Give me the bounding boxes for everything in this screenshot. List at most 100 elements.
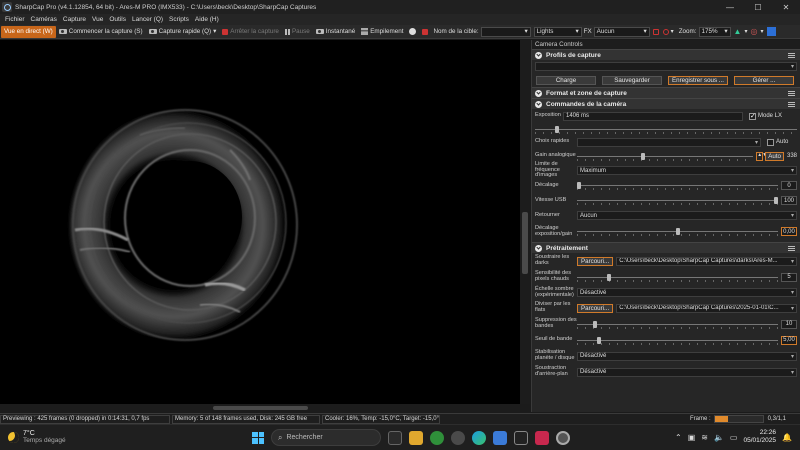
zoom-dropdown[interactable]: 175% ▾: [698, 26, 731, 37]
minimize-button[interactable]: —: [716, 0, 744, 14]
gain-auto-button[interactable]: Auto: [765, 151, 784, 161]
store-icon[interactable]: [493, 430, 507, 445]
darks-browse-button[interactable]: Parcouri...: [577, 256, 614, 266]
section-menu-icon[interactable]: [788, 91, 795, 96]
viewport-horizontal-scrollbar[interactable]: [0, 404, 520, 412]
mode-lx-checkbox[interactable]: [749, 112, 756, 120]
slider-knob[interactable]: [597, 336, 601, 344]
usb-speed-value-input[interactable]: 100: [781, 196, 797, 205]
framerate-dropdown[interactable]: Maximum: [577, 166, 797, 175]
maximize-button[interactable]: ☐: [744, 0, 772, 14]
record-circle-icon[interactable]: [409, 28, 417, 35]
wifi-icon[interactable]: ≋: [701, 433, 708, 442]
battery-icon[interactable]: ▭: [730, 433, 738, 442]
gain-slider[interactable]: [577, 152, 754, 161]
snapshot-button[interactable]: Instantané: [313, 26, 358, 38]
load-profile-button[interactable]: Charge: [536, 75, 596, 85]
menu-launch[interactable]: Lancer (Q): [129, 16, 166, 23]
app-icon-green[interactable]: [430, 430, 444, 445]
reticle-icon[interactable]: [662, 28, 669, 35]
slider-knob[interactable]: [593, 320, 597, 328]
slider-knob[interactable]: [774, 197, 778, 204]
pin-icon[interactable]: [767, 27, 777, 36]
menu-tools[interactable]: Outils: [106, 16, 129, 23]
chevron-down-icon[interactable]: ▾: [744, 28, 747, 35]
menu-help[interactable]: Aide (H): [192, 16, 222, 23]
menu-scripts[interactable]: Scripts: [166, 16, 192, 23]
section-header-camera-controls[interactable]: Commandes de la caméra: [532, 98, 800, 109]
menu-file[interactable]: Fichier: [2, 16, 28, 23]
live-image-viewport[interactable]: [0, 40, 520, 404]
slider-knob[interactable]: [641, 152, 645, 160]
histogram-icon[interactable]: ▲: [734, 27, 742, 36]
app-icon-dark[interactable]: [514, 430, 528, 445]
taskbar-clock[interactable]: 22:26 05/01/2025: [743, 429, 776, 445]
background-subtraction-dropdown[interactable]: Désactivé: [577, 367, 797, 377]
weather-widget[interactable]: 7°C Temps dégagé: [8, 430, 66, 444]
usb-speed-slider[interactable]: [577, 196, 778, 205]
flats-path-dropdown[interactable]: C:\Users\beck\Desktop\SharpCap Captures\…: [616, 303, 797, 313]
offset-value-input[interactable]: 0: [781, 181, 797, 190]
notification-bell-icon[interactable]: 🔔: [782, 433, 792, 442]
exposure-gain-offset-slider[interactable]: [577, 227, 778, 236]
pause-button[interactable]: Pause: [282, 26, 313, 38]
slider-knob[interactable]: [607, 273, 611, 281]
section-menu-icon[interactable]: [788, 246, 795, 251]
hot-pixel-value[interactable]: 5: [781, 272, 797, 282]
scrollbar-thumb[interactable]: [522, 212, 528, 274]
band-threshold-value[interactable]: 5,00: [781, 335, 797, 345]
task-view-icon[interactable]: [388, 430, 402, 445]
band-suppression-slider[interactable]: [577, 320, 778, 329]
live-view-button[interactable]: Vue en direct (W): [1, 25, 56, 38]
start-capture-button[interactable]: Commencer la capture (S): [56, 26, 146, 38]
speaker-icon[interactable]: 🔈: [714, 433, 724, 442]
sharpcap-taskbar-icon[interactable]: [556, 430, 570, 445]
target-name-dropdown[interactable]: ▾: [480, 26, 531, 37]
viewport-vertical-scrollbar[interactable]: [520, 40, 530, 404]
windows-start-icon[interactable]: [252, 431, 264, 444]
stack-button[interactable]: Empilement: [358, 26, 406, 38]
target-icon[interactable]: [422, 28, 429, 35]
fx-dropdown[interactable]: Aucun ▾: [593, 26, 650, 37]
quick-choice-dropdown[interactable]: [577, 137, 761, 147]
close-button[interactable]: ✕: [772, 0, 800, 14]
menu-cameras[interactable]: Caméras: [28, 16, 60, 23]
save-profile-button[interactable]: Sauvegarder: [602, 75, 662, 85]
exposure-input[interactable]: 1406 ms: [563, 111, 743, 121]
stop-capture-button[interactable]: Arrêter la capture: [219, 26, 282, 38]
manage-profiles-button[interactable]: Gérer ...: [734, 75, 794, 85]
dark-scale-dropdown[interactable]: Désactivé: [577, 288, 797, 297]
stabilization-dropdown[interactable]: Désactivé: [577, 351, 797, 361]
chevron-down-icon[interactable]: ▾: [760, 28, 763, 35]
chevron-up-icon[interactable]: ⌃: [675, 433, 682, 442]
band-suppression-value[interactable]: 10: [781, 319, 797, 329]
frame-type-dropdown[interactable]: Lights ▾: [533, 26, 582, 37]
chevron-down-icon[interactable]: ▾: [671, 28, 674, 35]
app-icon-gray[interactable]: [451, 430, 465, 445]
section-menu-icon[interactable]: [788, 53, 795, 58]
section-header-capture-profiles[interactable]: Profils de capture: [532, 49, 800, 60]
section-header-preprocessing[interactable]: Prétraitement: [532, 242, 800, 253]
gain-stepper-icon[interactable]: ▲▼: [756, 151, 767, 161]
save-as-profile-button[interactable]: Enregistrer sous ...: [668, 75, 728, 85]
tray-app-icon[interactable]: ▣: [688, 433, 696, 442]
hot-pixel-slider[interactable]: [577, 273, 778, 282]
capture-profile-dropdown[interactable]: [535, 62, 797, 71]
quick-capture-button[interactable]: Capture rapide (Q) ▾: [146, 26, 220, 38]
selection-area-icon[interactable]: [652, 28, 659, 35]
edge-browser-icon[interactable]: [472, 430, 486, 445]
band-threshold-slider[interactable]: [577, 336, 778, 345]
taskbar-search-box[interactable]: ⌕ Rechercher: [271, 429, 381, 446]
slider-knob[interactable]: [676, 228, 680, 235]
scrollbar-thumb[interactable]: [213, 406, 308, 410]
darks-path-dropdown[interactable]: C:\Users\beck\Desktop\SharpCap Captures\…: [616, 256, 797, 266]
exposure-gain-offset-value[interactable]: 0,00: [781, 227, 797, 236]
auto-exposure-checkbox[interactable]: [767, 138, 774, 146]
annotation-icon[interactable]: ◎: [750, 27, 757, 36]
section-menu-icon[interactable]: [788, 102, 795, 107]
chevron-down-icon[interactable]: ▾: [213, 28, 216, 35]
flip-dropdown[interactable]: Aucun: [577, 211, 797, 220]
file-explorer-icon[interactable]: [409, 430, 423, 445]
app-icon-red[interactable]: [535, 430, 549, 445]
section-header-format[interactable]: Format et zone de capture: [532, 87, 800, 98]
